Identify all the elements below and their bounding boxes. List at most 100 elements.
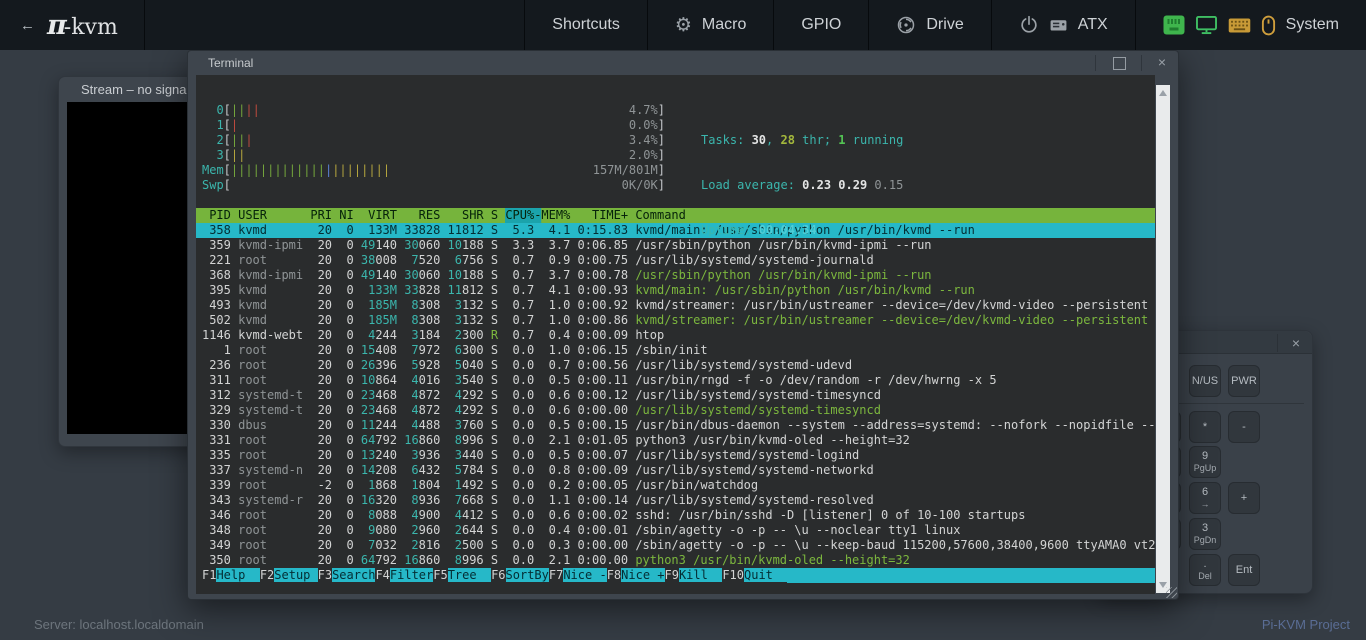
process-row[interactable]: 1146kvmd-webt200424431842300R0.70.40:00.… (196, 328, 1155, 343)
col-header-virt[interactable]: VIRT (361, 208, 397, 223)
fkey-action: Kill (679, 568, 722, 582)
key-label: - (1242, 422, 1246, 433)
maximize-icon[interactable] (1113, 57, 1126, 70)
process-row[interactable]: 343systemd-r2001632089367668S0.01.10:00.… (196, 493, 1155, 508)
process-row[interactable]: 1root2001540879726300S0.01.00:06.15/sbin… (196, 343, 1155, 358)
process-row[interactable]: 339root-20186818041492S0.00.20:00.05/usr… (196, 478, 1155, 493)
fkey-f9[interactable]: F9Kill (665, 568, 723, 583)
nav-item-system[interactable]: System (1135, 0, 1366, 50)
keypad-key-9-pgup[interactable]: 9PgUp (1189, 446, 1221, 478)
fkey-f7[interactable]: F7Nice - (549, 568, 607, 583)
process-row[interactable]: 330dbus2001124444883760S0.00.50:00.15/us… (196, 418, 1155, 433)
keypad-key-*[interactable]: * (1189, 411, 1221, 443)
cell-cpu: 0.0 (505, 523, 534, 538)
process-row[interactable]: 395kvmd200133M3382811812S0.74.10:00.93kv… (196, 283, 1155, 298)
fkey-f2[interactable]: F2Setup (260, 568, 318, 583)
cell-virt: 64792 (361, 553, 397, 568)
col-header-cpu[interactable]: CPU%- (505, 208, 534, 223)
cell-virt: 133M (361, 283, 397, 298)
process-row[interactable]: 349root200703228162500S0.00.30:00.00/sbi… (196, 538, 1155, 553)
cell-user: kvmd (238, 223, 303, 238)
nav-item-atx[interactable]: ATX (991, 0, 1135, 50)
back-arrow-icon[interactable]: ← (20, 17, 35, 34)
nav-item-macro[interactable]: ⚙Macro (647, 0, 774, 50)
cell-res: 16860 (404, 553, 440, 568)
cell-shr: 10188 (448, 238, 484, 253)
cell-pid: 502 (202, 313, 231, 328)
resize-grip[interactable] (1166, 587, 1177, 598)
col-header-mem[interactable]: MEM% (541, 208, 570, 223)
nav-item-gpio[interactable]: GPIO (773, 0, 868, 50)
col-header-s[interactable]: S (491, 208, 498, 223)
keypad-key-n/us[interactable]: N/US (1189, 365, 1221, 397)
close-icon[interactable]: × (1158, 54, 1166, 70)
process-row[interactable]: 350root20064792168608996S0.02.10:00.00py… (196, 553, 1155, 568)
project-link[interactable]: Pi-KVM Project (1262, 617, 1350, 632)
cell-res: 3936 (404, 448, 440, 463)
fkey-f4[interactable]: F4Filter (375, 568, 433, 583)
cell-state: S (491, 313, 498, 328)
keypad-key-pwr[interactable]: PWR (1228, 365, 1260, 397)
key-label: Ent (1236, 565, 1253, 576)
terminal-scrollbar[interactable] (1156, 85, 1170, 593)
cell-user: systemd-n (238, 463, 303, 478)
cell-cpu: 0.7 (505, 313, 534, 328)
process-row[interactable]: 358kvmd200133M3382811812S5.34.10:15.83kv… (196, 223, 1155, 238)
cell-shr: 5040 (448, 358, 484, 373)
cell-state: S (491, 283, 498, 298)
process-row[interactable]: 346root200808849004412S0.00.60:00.02sshd… (196, 508, 1155, 523)
cell-pri: 20 (310, 223, 332, 238)
fkey-f8[interactable]: F8Nice + (607, 568, 665, 583)
col-header-time[interactable]: TIME+ (578, 208, 629, 223)
fkey-f10[interactable]: F10Quit (722, 568, 787, 583)
keypad-close-icon[interactable]: × (1277, 334, 1300, 352)
process-row[interactable]: 329systemd-t2002346848724292S0.00.60:00.… (196, 403, 1155, 418)
process-row[interactable]: 502kvmd200185M83083132S0.71.00:00.86kvmd… (196, 313, 1155, 328)
process-row[interactable]: 311root2001086440163540S0.00.50:00.11/us… (196, 373, 1155, 388)
process-row[interactable]: 337systemd-n2001420864325784S0.00.80:00.… (196, 463, 1155, 478)
col-header-pid[interactable]: PID (202, 208, 231, 223)
fkey-f3[interactable]: F3Search (318, 568, 376, 583)
fkey-f1[interactable]: F1Help (202, 568, 260, 583)
keypad-key-.-del[interactable]: .Del (1189, 554, 1221, 586)
keypad-key-+[interactable]: + (1228, 482, 1260, 514)
col-header-user[interactable]: USER (238, 208, 303, 223)
cell-pri: 20 (310, 328, 332, 343)
process-row[interactable]: 348root200908029602644S0.00.40:00.01/sbi… (196, 523, 1155, 538)
key-label: * (1203, 422, 1207, 433)
cell-pri: 20 (310, 523, 332, 538)
fkey-f6[interactable]: F6SortBy (491, 568, 549, 583)
cell-cpu: 0.0 (505, 478, 534, 493)
cell-ni: 0 (339, 523, 353, 538)
process-row[interactable]: 335root2001324039363440S0.00.50:00.07/us… (196, 448, 1155, 463)
scroll-up-icon[interactable] (1159, 90, 1167, 96)
keypad-key-3-pgdn[interactable]: 3PgDn (1189, 518, 1221, 550)
process-row[interactable]: 359kvmd-ipmi200491403006010188S3.33.70:0… (196, 238, 1155, 253)
process-row[interactable]: 236root2002639659285040S0.00.70:00.56/us… (196, 358, 1155, 373)
cell-user: root (238, 448, 303, 463)
col-header-shr[interactable]: SHR (448, 208, 484, 223)
key-sublabel: Del (1198, 572, 1212, 581)
keypad-key--[interactable]: - (1228, 411, 1260, 443)
process-row[interactable]: 312systemd-t2002346848724292S0.00.60:00.… (196, 388, 1155, 403)
keypad-key-ent[interactable]: Ent (1228, 554, 1260, 586)
process-row[interactable]: 331root20064792168608996S0.02.10:01.05py… (196, 433, 1155, 448)
fkey-f5[interactable]: F5Tree (433, 568, 491, 583)
keypad-key-6-[interactable]: 6→ (1189, 482, 1221, 514)
cell-pid: 337 (202, 463, 231, 478)
process-row[interactable]: 493kvmd200185M83083132S0.71.00:00.92kvmd… (196, 298, 1155, 313)
cell-time: 0:00.93 (578, 283, 629, 298)
nav-item-shortcuts[interactable]: Shortcuts (524, 0, 647, 50)
col-header-res[interactable]: RES (404, 208, 440, 223)
process-row[interactable]: 221root2003800875206756S0.70.90:00.75/us… (196, 253, 1155, 268)
process-row[interactable]: 368kvmd-ipmi200491403006010188S0.73.70:0… (196, 268, 1155, 283)
nav-item-drive[interactable]: Drive (868, 0, 990, 50)
cell-pri: 20 (310, 508, 332, 523)
fkey-label: F3 (318, 568, 332, 582)
cell-shr: 3440 (448, 448, 484, 463)
logo[interactable]: ← π-kvm (0, 0, 145, 50)
col-header-pri[interactable]: PRI (310, 208, 332, 223)
terminal-titlebar[interactable]: Terminal × (188, 51, 1178, 75)
cell-ni: 0 (339, 268, 353, 283)
col-header-ni[interactable]: NI (339, 208, 353, 223)
